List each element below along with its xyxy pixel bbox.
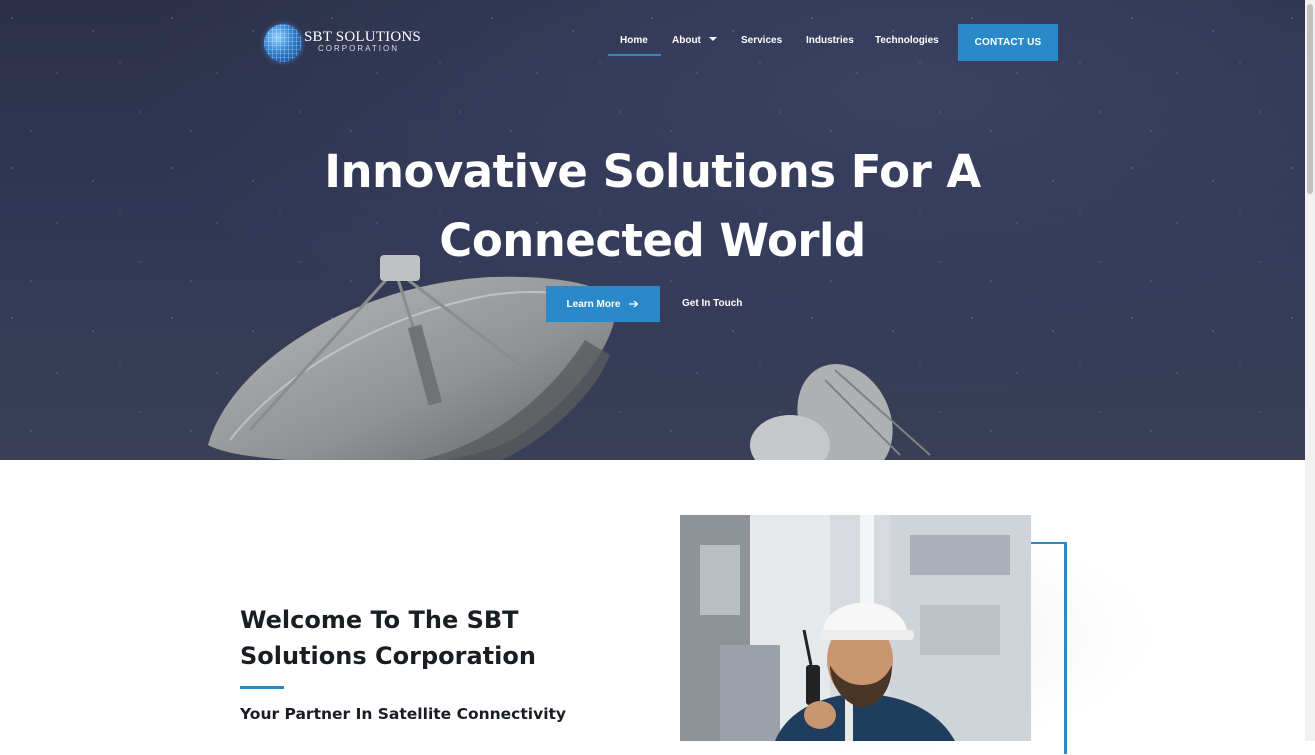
- welcome-heading-line2: Solutions Corporation: [240, 642, 536, 670]
- nav-about-label: About: [672, 35, 701, 46]
- nav-home[interactable]: Home: [608, 35, 661, 56]
- chevron-down-icon: [708, 37, 717, 41]
- welcome-subtitle: Your Partner In Satellite Connectivity: [240, 705, 567, 723]
- hero-title: Innovative Solutions For A Connected Wor…: [300, 137, 1005, 275]
- nav-services[interactable]: Services: [741, 35, 782, 46]
- hero-title-line1: Innovative Solutions For A: [324, 145, 981, 198]
- engineer-photo: [680, 515, 1031, 741]
- globe-icon: [264, 24, 302, 62]
- contact-us-button[interactable]: CONTACT US: [958, 24, 1058, 61]
- company-logo[interactable]: SBT SOLUTIONS CORPORATION: [264, 22, 421, 66]
- small-satellite-dishes-image: [750, 364, 931, 460]
- hero-title-line2: Connected World: [439, 214, 866, 267]
- get-in-touch-link[interactable]: Get In Touch: [682, 298, 742, 309]
- learn-more-button[interactable]: Learn More: [546, 286, 660, 322]
- nav-about[interactable]: About: [672, 35, 717, 46]
- engineer-illustration: [680, 515, 1031, 741]
- welcome-heading-line1: Welcome To The SBT: [240, 606, 519, 634]
- nav-technologies[interactable]: Technologies: [875, 35, 939, 46]
- learn-more-label: Learn More: [566, 298, 621, 310]
- nav-industries[interactable]: Industries: [806, 35, 854, 46]
- arrow-right-icon: [629, 300, 639, 308]
- page-scrollbar[interactable]: [1305, 0, 1315, 741]
- welcome-heading: Welcome To The SBT Solutions Corporation: [240, 602, 540, 674]
- hero-section: SBT SOLUTIONS CORPORATION Home About Ser…: [0, 0, 1305, 460]
- satellite-dish-image: [208, 255, 616, 460]
- scrollbar-thumb[interactable]: [1307, 4, 1313, 194]
- logo-subtitle: CORPORATION: [318, 44, 399, 53]
- heading-divider: [240, 686, 284, 689]
